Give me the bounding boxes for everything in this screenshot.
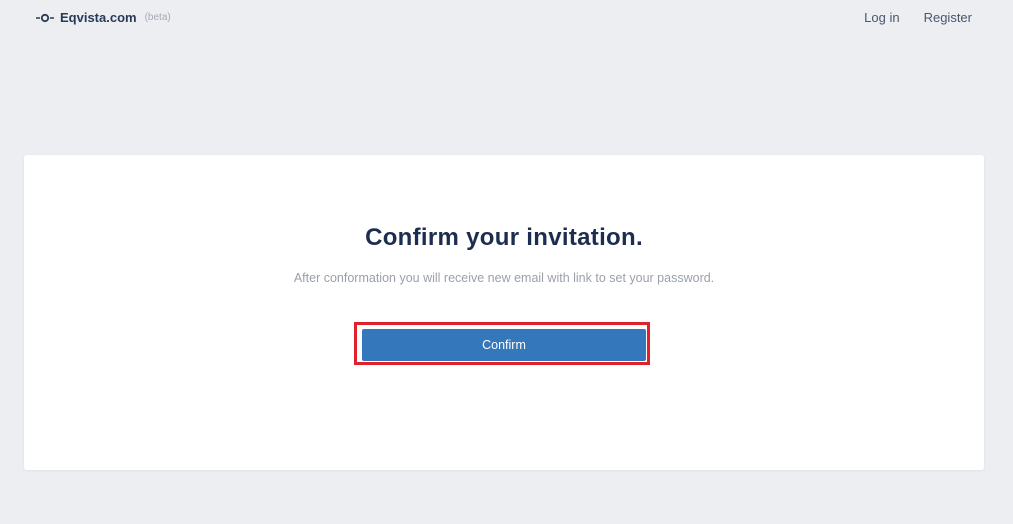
page-subtitle: After conformation you will receive new … <box>293 271 715 285</box>
brand-name: Eqvista.com <box>60 10 137 25</box>
confirm-button[interactable]: Confirm <box>362 329 646 361</box>
page-title: Confirm your invitation. <box>365 224 643 251</box>
header-nav: Log in Register <box>864 10 972 25</box>
link-node-icon <box>36 11 54 25</box>
login-link[interactable]: Log in <box>864 10 899 25</box>
register-link[interactable]: Register <box>924 10 972 25</box>
brand[interactable]: Eqvista.com (beta) <box>36 10 171 25</box>
top-bar: Eqvista.com (beta) Log in Register <box>0 0 1013 36</box>
confirm-invitation-card: Confirm your invitation. After conformat… <box>24 155 984 470</box>
brand-beta-tag: (beta) <box>144 12 171 23</box>
